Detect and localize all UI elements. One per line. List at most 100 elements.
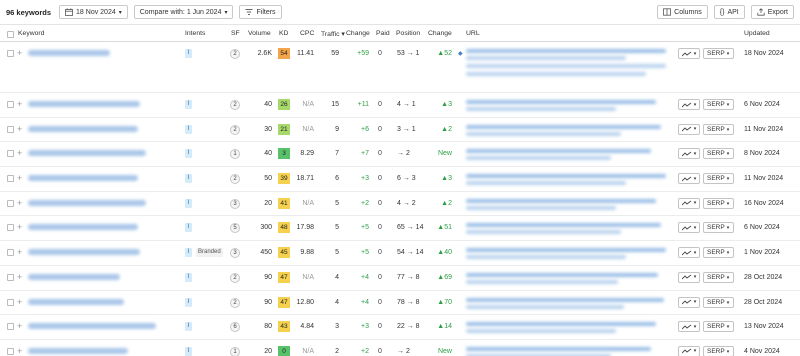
serp-button[interactable]: SERP ▾ (703, 99, 734, 110)
row-checkbox[interactable] (7, 298, 14, 306)
add-to-list-icon[interactable]: + (17, 247, 22, 257)
header-intents[interactable]: Intents (185, 30, 205, 37)
header-paid[interactable]: Paid (376, 30, 390, 37)
trend-chart-button[interactable]: ▾ (678, 321, 700, 333)
url-link[interactable] (466, 100, 656, 104)
url-link[interactable] (466, 198, 656, 203)
row-checkbox[interactable] (7, 175, 14, 183)
header-traffic[interactable]: Traffic ▾ (321, 30, 345, 38)
url-link[interactable] (466, 49, 666, 53)
row-checkbox[interactable] (7, 323, 14, 331)
add-to-list-icon[interactable]: + (17, 272, 22, 282)
keyword-link[interactable] (28, 50, 110, 56)
date-picker-button[interactable]: 18 Nov 2024 ▾ (59, 5, 128, 19)
url-link-secondary[interactable] (466, 64, 666, 68)
row-checkbox[interactable] (7, 150, 14, 158)
serp-features-count[interactable]: 2 (230, 174, 240, 185)
serp-button[interactable]: SERP ▾ (703, 48, 734, 59)
trend-chart-button[interactable]: ▾ (678, 99, 700, 110)
add-to-list-icon[interactable]: + (17, 297, 22, 307)
row-checkbox[interactable] (7, 347, 14, 355)
serp-button[interactable]: SERP ▾ (703, 271, 734, 283)
serp-features-count[interactable]: 1 (230, 149, 240, 160)
header-updated[interactable]: Updated (744, 30, 770, 37)
serp-button[interactable]: SERP ▾ (703, 321, 734, 333)
add-to-list-icon[interactable]: + (17, 321, 22, 331)
serp-features-count[interactable]: 6 (230, 322, 240, 333)
serp-features-count[interactable]: 2 (230, 124, 240, 135)
keyword-link[interactable] (28, 199, 146, 206)
serp-features-count[interactable]: 2 (230, 297, 240, 308)
serp-button[interactable]: SERP ▾ (703, 247, 734, 259)
trend-chart-button[interactable]: ▾ (678, 173, 700, 185)
url-link[interactable] (466, 322, 656, 327)
keyword-link[interactable] (28, 298, 124, 305)
url-link[interactable] (466, 272, 658, 277)
url-link[interactable] (466, 223, 661, 228)
header-url[interactable]: URL (466, 30, 480, 37)
trend-chart-button[interactable]: ▾ (678, 296, 700, 308)
add-to-list-icon[interactable]: + (17, 346, 22, 356)
header-position[interactable]: Position (396, 30, 420, 37)
serp-features-count[interactable]: 2 (230, 49, 240, 59)
serp-features-count[interactable]: 1 (230, 346, 240, 356)
trend-chart-button[interactable]: ▾ (678, 123, 700, 135)
add-to-list-icon[interactable]: + (17, 198, 22, 208)
add-to-list-icon[interactable]: + (17, 148, 22, 158)
keyword-link[interactable] (28, 323, 156, 330)
row-checkbox[interactable] (7, 101, 14, 108)
keyword-link[interactable] (28, 273, 120, 280)
keyword-link[interactable] (28, 224, 138, 231)
serp-button[interactable]: SERP ▾ (703, 296, 734, 308)
header-sf[interactable]: SF (231, 30, 240, 37)
url-link[interactable] (466, 346, 651, 351)
header-change[interactable]: Change (346, 30, 370, 37)
trend-chart-button[interactable]: ▾ (678, 148, 700, 160)
keyword-link[interactable] (28, 150, 146, 157)
compare-button[interactable]: Compare with: 1 Jun 2024 ▾ (133, 5, 234, 19)
trend-chart-button[interactable]: ▾ (678, 345, 700, 356)
url-link[interactable] (466, 248, 666, 253)
keyword-link[interactable] (28, 175, 138, 182)
keyword-link[interactable] (28, 101, 140, 107)
trend-chart-button[interactable]: ▾ (678, 247, 700, 259)
trend-chart-button[interactable]: ▾ (678, 48, 700, 59)
row-checkbox[interactable] (7, 249, 14, 257)
url-link[interactable] (466, 297, 664, 302)
row-checkbox[interactable] (7, 273, 14, 281)
row-checkbox[interactable] (7, 199, 14, 207)
export-button[interactable]: Export (750, 5, 794, 19)
row-checkbox[interactable] (7, 50, 14, 57)
row-checkbox[interactable] (7, 224, 14, 232)
add-to-list-icon[interactable]: + (17, 173, 22, 183)
api-button[interactable]: {} API (713, 5, 745, 19)
add-to-list-icon[interactable]: + (17, 99, 22, 109)
serp-button[interactable]: SERP ▾ (703, 345, 734, 356)
trend-chart-button[interactable]: ▾ (678, 222, 700, 234)
serp-button[interactable]: SERP ▾ (703, 148, 734, 160)
header-position-change[interactable]: Change (428, 30, 452, 37)
url-link[interactable] (466, 124, 661, 129)
select-all-checkbox[interactable] (7, 31, 14, 38)
columns-button[interactable]: Columns (657, 5, 708, 19)
serp-features-count[interactable]: 5 (230, 223, 240, 234)
url-link[interactable] (466, 149, 651, 154)
serp-button[interactable]: SERP ▾ (703, 123, 734, 135)
url-link[interactable] (466, 174, 666, 179)
keyword-link[interactable] (28, 125, 138, 132)
serp-button[interactable]: SERP ▾ (703, 197, 734, 209)
trend-chart-button[interactable]: ▾ (678, 197, 700, 209)
serp-features-count[interactable]: 2 (230, 100, 240, 110)
serp-button[interactable]: SERP ▾ (703, 222, 734, 234)
header-cpc[interactable]: CPC (300, 30, 314, 37)
keyword-link[interactable] (28, 347, 128, 354)
header-keyword[interactable]: Keyword (18, 30, 44, 37)
serp-button[interactable]: SERP ▾ (703, 173, 734, 185)
header-kd[interactable]: KD (279, 30, 288, 37)
header-volume[interactable]: Volume (248, 30, 271, 37)
serp-features-count[interactable]: 3 (230, 248, 240, 259)
filters-button[interactable]: Filters (239, 5, 282, 19)
trend-chart-button[interactable]: ▾ (678, 271, 700, 283)
row-checkbox[interactable] (7, 125, 14, 133)
add-to-list-icon[interactable]: + (17, 124, 22, 134)
